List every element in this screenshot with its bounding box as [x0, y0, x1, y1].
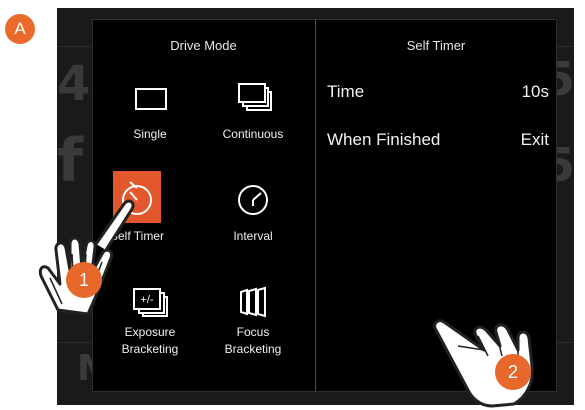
mode-continuous[interactable]: Continuous	[207, 80, 299, 143]
focus-bracketing-icon	[240, 286, 266, 318]
tap-hand-icon	[38, 199, 135, 316]
self-timer-title: Self Timer	[406, 38, 466, 53]
single-frame-icon	[135, 88, 167, 110]
setting-name: When Finished	[327, 130, 441, 149]
mode-label: Continuous	[222, 127, 284, 141]
setting-name: Time	[327, 82, 365, 101]
panel-divider	[315, 19, 316, 392]
continuous-frames-icon	[238, 83, 272, 111]
step-badge-1: 1	[66, 262, 102, 298]
mode-label: Interval	[233, 229, 273, 243]
background-viewfinder-glyph: f	[57, 126, 84, 196]
setting-value: Exit	[520, 130, 549, 149]
exposure-icon-text: +/-	[140, 294, 153, 306]
drive-mode-title: Drive Mode	[170, 38, 237, 53]
mode-label: Focus Bracketing	[224, 325, 282, 356]
mode-focus-bracketing[interactable]: Focus Bracketing	[207, 286, 299, 358]
mode-interval[interactable]: Interval	[207, 182, 299, 245]
setting-row-time[interactable]: Time 10s	[327, 82, 549, 104]
tap-hand-icon	[433, 319, 534, 408]
step-badge-2: 2	[495, 354, 531, 390]
mode-label: Single	[133, 127, 167, 141]
interval-clock-icon	[238, 185, 268, 215]
setting-value: 10s	[521, 82, 549, 101]
background-viewfinder-glyph: 4	[57, 56, 91, 112]
mode-label: Exposure Bracketing	[121, 325, 179, 356]
figure-label-badge: A	[5, 14, 35, 44]
setting-row-when-finished[interactable]: When Finished Exit	[327, 130, 549, 152]
mode-single[interactable]: Single	[104, 84, 196, 143]
